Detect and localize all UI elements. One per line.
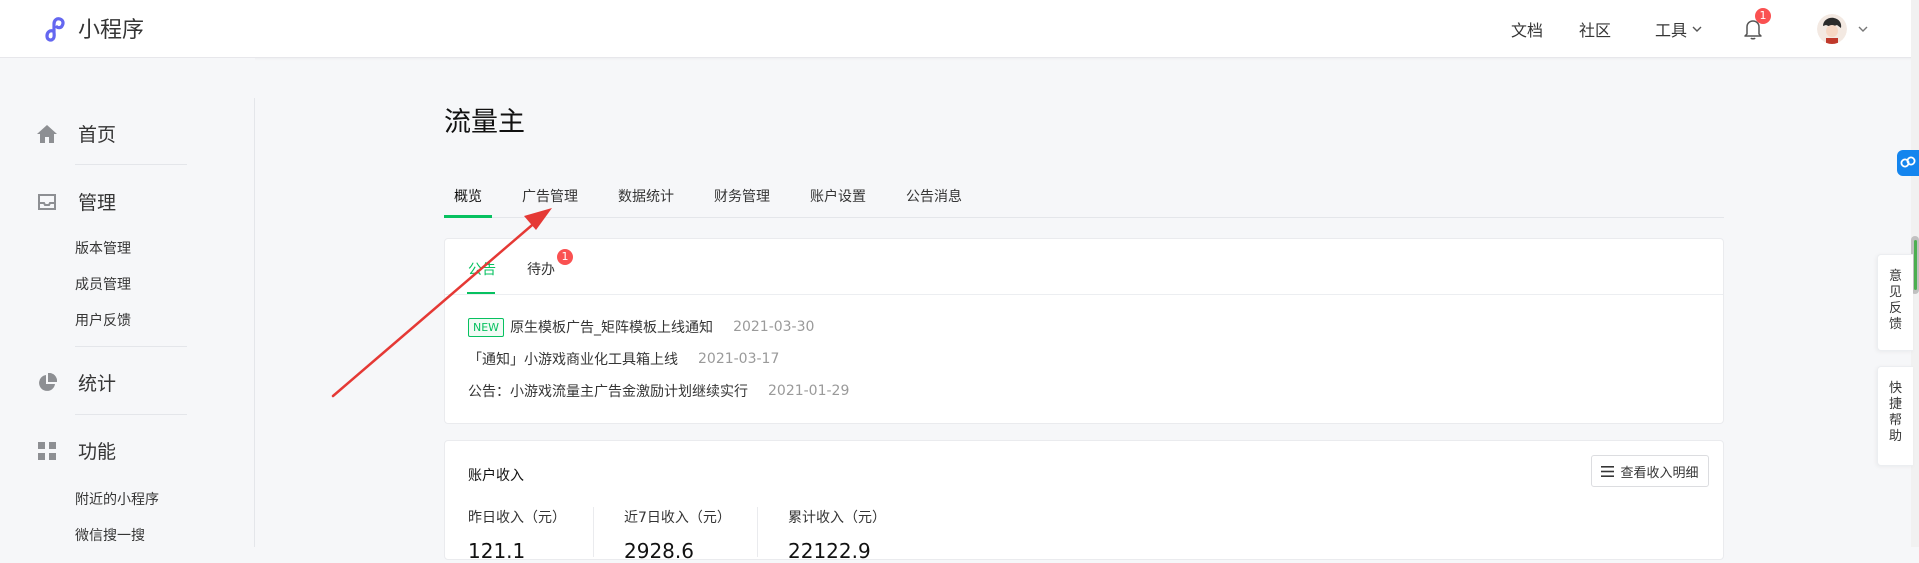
sidebar-separator [75,414,187,415]
notice-card: 公告 待办 1 NEW 原生模板广告_矩阵模板上线通知 2021-03-30 「… [444,238,1724,424]
help-char: 快 [1888,381,1902,396]
nav-tools-dropdown[interactable]: 工具 [1655,17,1703,41]
grid-icon [36,440,58,462]
sidebar-item-stats[interactable]: 统计 [36,369,116,396]
miniprogram-logo-icon [45,17,65,42]
sidebar-item-label: 统计 [78,373,117,395]
help-char: 捷 [1888,397,1902,412]
brand-title: 小程序 [78,18,145,43]
sidebar-subitem-nearby[interactable]: 附近的小程序 [75,489,159,509]
feedback-button[interactable]: 意 见 反 馈 [1877,254,1913,351]
stat-divider [757,507,758,557]
income-title: 账户收入 [468,468,524,484]
chevron-down-icon [1692,26,1702,32]
sidebar-subitem-feedback[interactable]: 用户反馈 [75,310,131,330]
top-bar: 小程序 文档 社区 工具 1 [0,0,1919,58]
stat-last7days: 近7日收入（元） 2928.6 [624,507,731,563]
sidebar-item-features[interactable]: 功能 [36,437,116,464]
feedback-char: 反 [1888,301,1902,316]
subtab-todo-label: 待办 [527,262,555,278]
todo-badge: 1 [557,249,573,265]
income-card: 账户收入 查看收入明细 昨日收入（元） 121.1 近7日收入（元） 2928.… [444,440,1724,563]
notice-item[interactable]: 公告：小游戏流量主广告金激励计划继续实行 2021-01-29 [468,381,849,401]
brand[interactable]: 小程序 [38,12,144,44]
sidebar-item-home[interactable]: 首页 [36,120,116,147]
subtab-todo[interactable]: 待办 1 [527,249,573,279]
stat-value: 2928.6 [624,539,694,563]
main-tabs: 概览 广告管理 数据统计 财务管理 账户设置 公告消息 [444,176,1724,218]
stat-value: 121.1 [468,539,526,563]
nav-docs-link[interactable]: 文档 [1511,17,1543,41]
sidebar-subitem-members[interactable]: 成员管理 [75,274,131,294]
tab-ad-management[interactable]: 广告管理 [522,186,578,206]
sidebar-item-label: 首页 [78,124,117,146]
sidebar-item-manage[interactable]: 管理 [36,188,116,215]
quick-help-button[interactable]: 快 捷 帮 助 [1877,366,1913,466]
help-char: 助 [1888,429,1902,444]
user-menu[interactable] [1817,14,1869,44]
floating-app-button[interactable] [1897,150,1919,176]
sidebar-subitem-version[interactable]: 版本管理 [75,238,131,258]
notification-button[interactable]: 1 [1743,8,1771,40]
active-subtab-indicator [467,292,495,294]
stat-divider [593,507,594,557]
notice-subtabs: 公告 待办 1 [445,239,1723,295]
sidebar-subitem-search[interactable]: 微信搜一搜 [75,525,145,545]
notice-date: 2021-03-17 [698,351,780,367]
new-tag: NEW [468,317,505,337]
avatar [1817,14,1847,44]
view-income-detail-button[interactable]: 查看收入明细 [1591,455,1709,487]
stat-total: 累计收入（元） 22122.9 [788,507,886,563]
stat-value: 22122.9 [788,539,871,563]
pie-chart-icon [36,372,58,394]
sidebar-item-label: 管理 [78,192,117,214]
notice-title: 公告：小游戏流量主广告金激励计划继续实行 [468,384,748,400]
list-icon [1601,465,1615,477]
notice-date: 2021-01-29 [768,383,850,399]
notice-item[interactable]: 「通知」小游戏商业化工具箱上线 2021-03-17 [468,349,779,369]
feedback-char: 见 [1888,285,1902,300]
feedback-char: 意 [1888,269,1902,284]
nav-tools-label: 工具 [1654,21,1687,40]
view-income-detail-label: 查看收入明细 [1620,465,1699,481]
help-char: 帮 [1888,413,1902,428]
stat-label: 昨日收入（元） [468,510,566,526]
sidebar-separator [75,346,187,347]
stat-label: 累计收入（元） [788,510,886,526]
feedback-char: 馈 [1888,317,1902,332]
link-icon [1900,156,1916,168]
sidebar-separator [75,164,187,165]
tab-finance[interactable]: 财务管理 [714,186,770,206]
tab-announcements[interactable]: 公告消息 [906,186,962,206]
tab-data-stats[interactable]: 数据统计 [618,186,674,206]
notice-date: 2021-03-30 [733,319,815,335]
notice-item[interactable]: NEW 原生模板广告_矩阵模板上线通知 2021-03-30 [468,317,814,337]
page-title: 流量主 [444,107,525,138]
tab-overview[interactable]: 概览 [454,186,482,206]
nav-community-link[interactable]: 社区 [1579,17,1611,41]
notice-title: 「通知」小游戏商业化工具箱上线 [468,352,678,368]
home-icon [36,123,58,145]
stat-label: 近7日收入（元） [624,510,731,526]
stat-yesterday: 昨日收入（元） 121.1 [468,507,566,563]
sidebar-item-label: 功能 [78,441,117,463]
scrollbar-indicator [1914,240,1917,290]
notice-title: 原生模板广告_矩阵模板上线通知 [510,320,714,336]
top-nav: 文档 社区 工具 1 [1511,0,1919,58]
subtab-notice[interactable]: 公告 [468,259,496,279]
notification-badge: 1 [1755,8,1771,24]
chevron-down-icon [1858,26,1868,32]
sidebar-divider [254,98,255,547]
inbox-icon [36,191,58,213]
tab-account-settings[interactable]: 账户设置 [810,186,866,206]
active-tab-indicator [444,215,492,218]
